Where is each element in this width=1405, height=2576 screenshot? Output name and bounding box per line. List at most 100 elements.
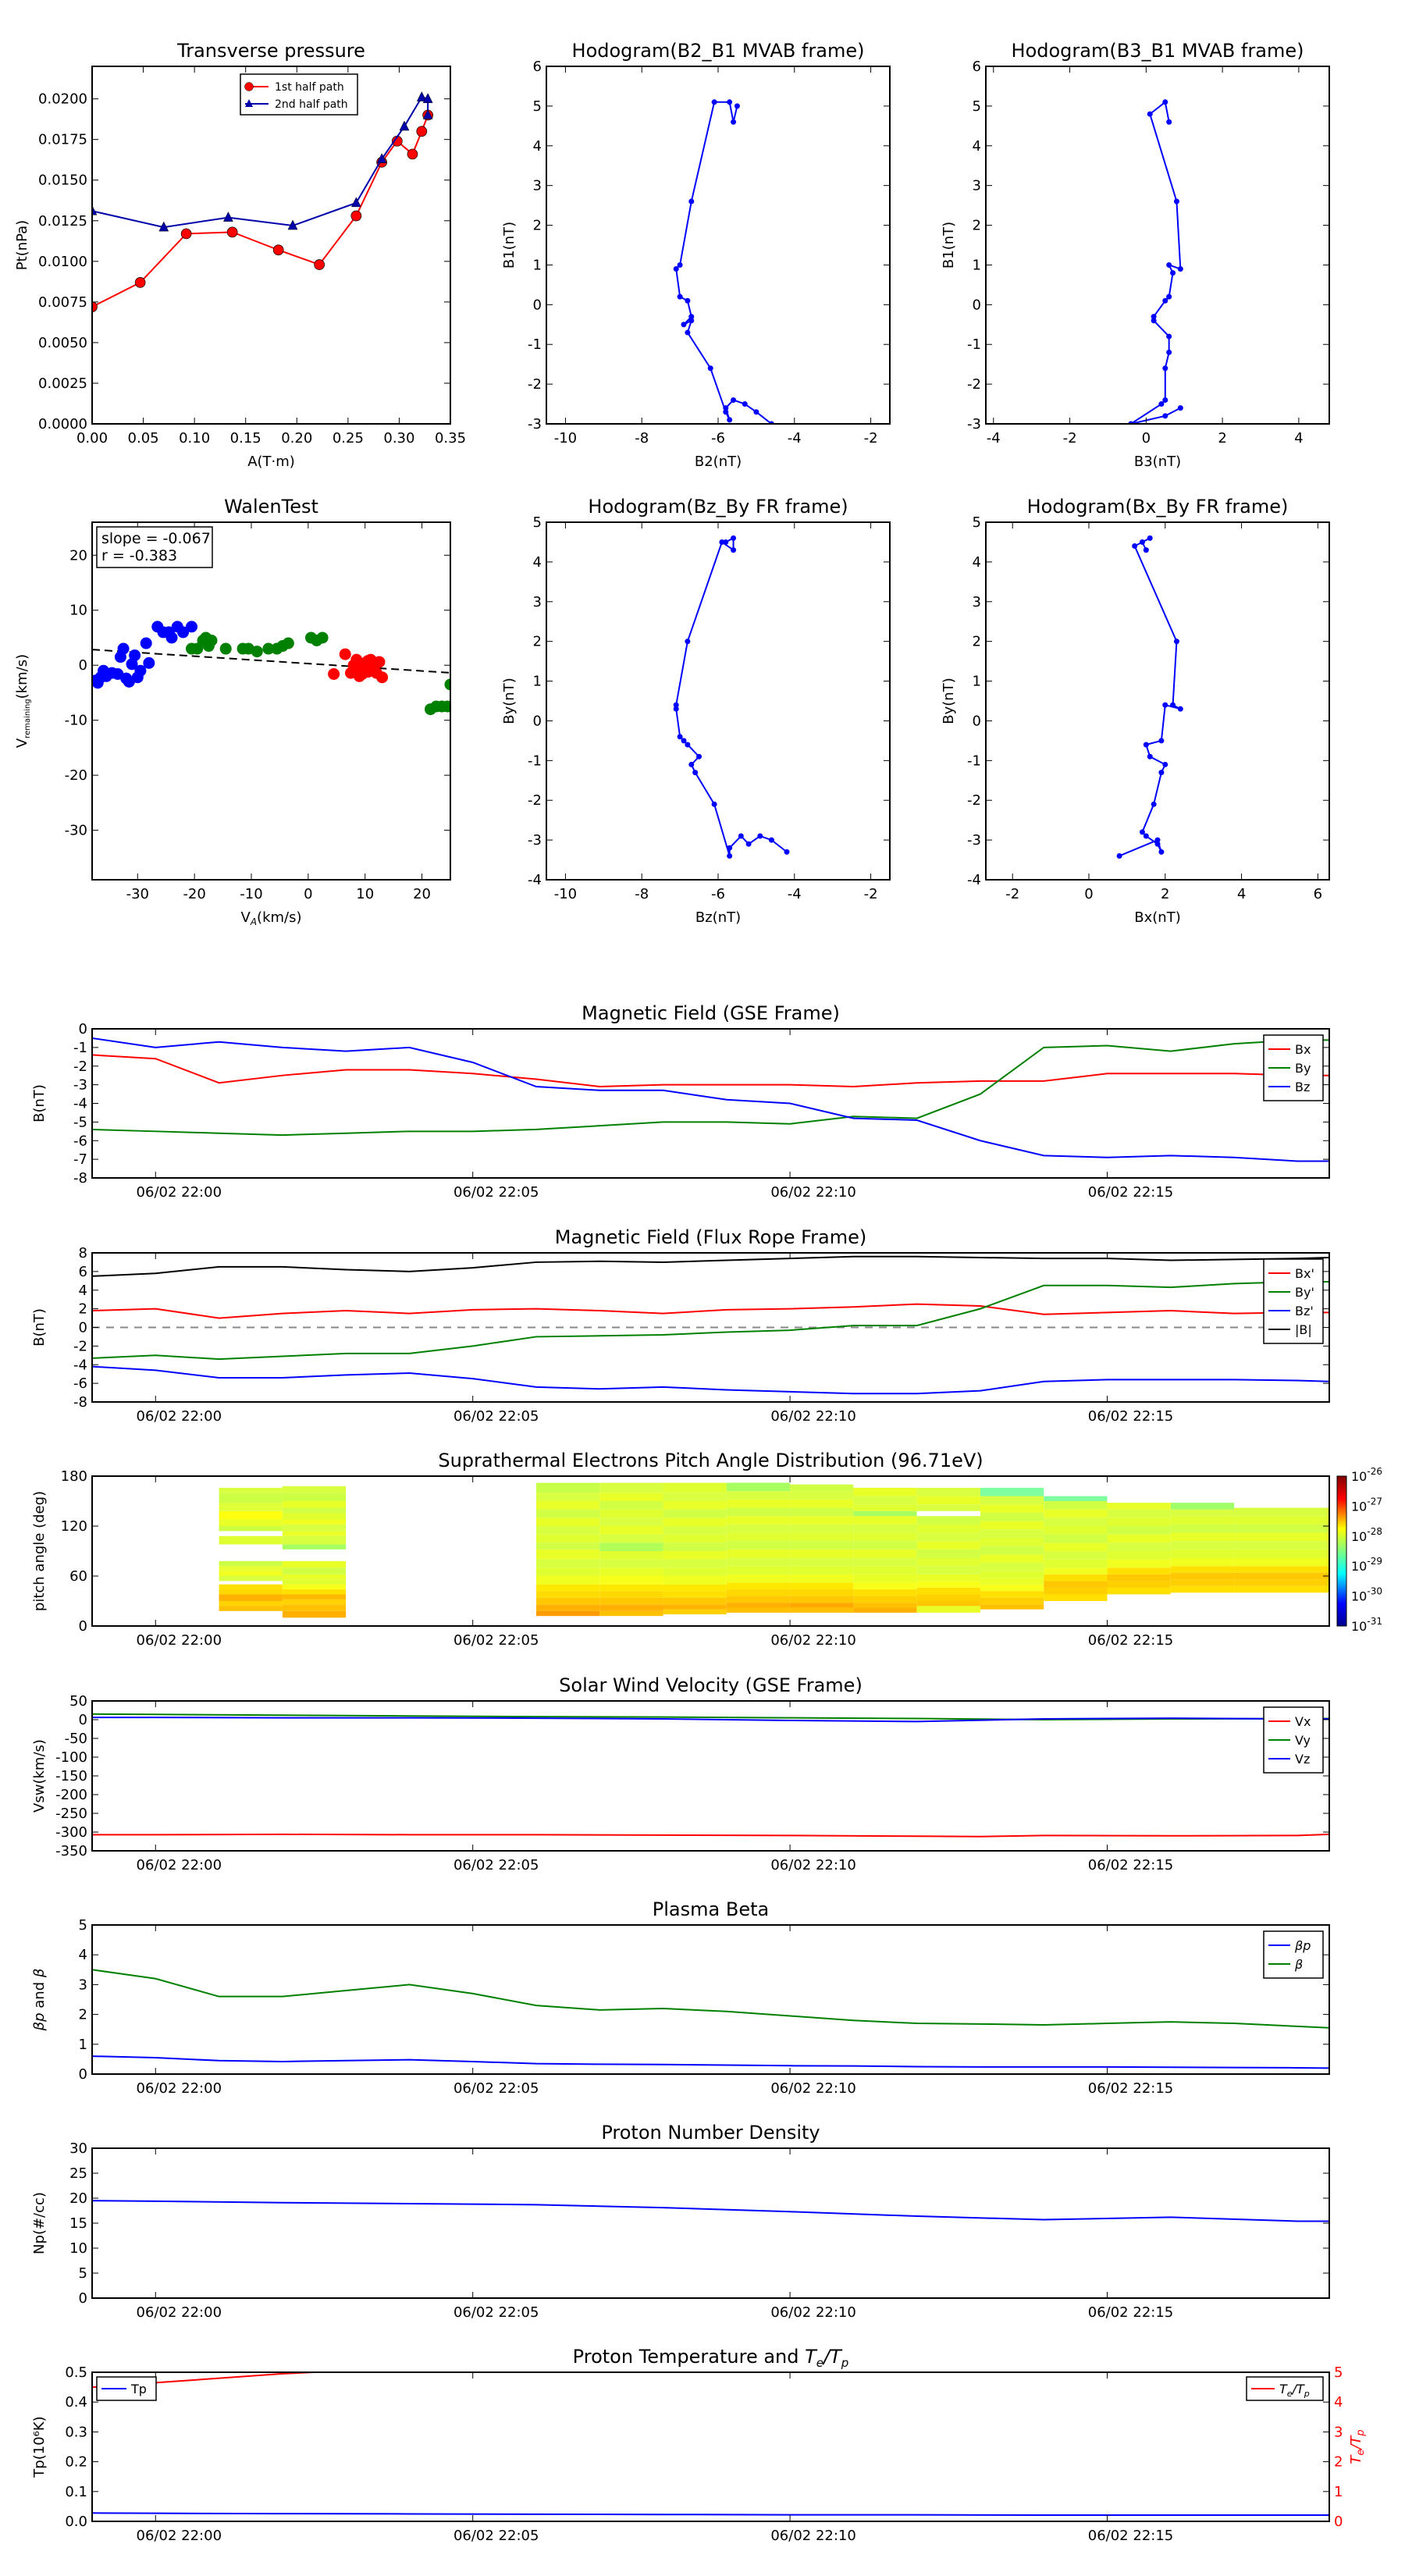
pad-cell <box>790 1532 854 1542</box>
h3-series-0-point <box>784 849 790 855</box>
pad-cell <box>726 1557 791 1567</box>
h1-xtick-label: -8 <box>635 430 649 447</box>
h3-ytick-label: -3 <box>528 832 542 849</box>
walen-annotation-line: r = -0.383 <box>101 547 177 564</box>
h1-series-0-point <box>677 262 683 268</box>
pad-cell <box>219 1487 283 1493</box>
pad-cell <box>980 1504 1044 1513</box>
walen-series-2-point <box>328 667 340 680</box>
pad-cell <box>1044 1574 1108 1582</box>
pad-ylabel: pitch angle (deg) <box>31 1491 48 1611</box>
pad-cell <box>1107 1559 1171 1568</box>
vsw-ytick-label: -50 <box>65 1731 87 1747</box>
pad-cell <box>1044 1517 1108 1526</box>
pad-cell <box>790 1607 854 1613</box>
h4-series-0-point <box>1143 833 1149 839</box>
pad-cell <box>219 1566 283 1571</box>
pad-cell <box>1234 1549 1329 1558</box>
pad-cell <box>980 1562 1044 1571</box>
h3-chart: Hodogram(Bz_By FR frame)-10 -8 -6 -4 -2-4-3-… <box>501 496 891 926</box>
h3-series-0-point <box>727 845 733 851</box>
h4-ytick-label: 3 <box>973 594 981 610</box>
tp2-frame <box>91 2371 1330 2522</box>
tp2-xtick-label: 06/02 22:05 <box>454 2528 539 2544</box>
bfr-xtick-label: 06/02 22:10 <box>770 1408 855 1425</box>
bfr-xtick-label: 06/02 22:00 <box>137 1408 222 1425</box>
h4-ytick-label: 1 <box>973 674 981 690</box>
h2-ytick-label: -3 <box>967 416 981 432</box>
colorbar-tick-base: 10 <box>1351 1619 1367 1634</box>
pad-cell <box>1170 1579 1235 1586</box>
walen-ytick-label: -30 <box>65 823 87 839</box>
tp-xlabel: A(T·m) <box>247 454 295 470</box>
colorbar-tick-base: 10 <box>1351 1499 1367 1514</box>
vsw-legend-label: Vx <box>1295 1714 1311 1729</box>
tp2-chart: Proton Temperature and Te/Tp06/02 22:00 0… <box>31 2346 1367 2544</box>
bgse-ytick-label: 0 <box>79 1021 87 1037</box>
pad-cell <box>853 1566 917 1574</box>
walen-series-0-point <box>126 658 138 671</box>
pad-xtick-label: 06/02 22:05 <box>454 1632 539 1649</box>
pad-cell <box>916 1557 980 1567</box>
beta-ytick-label: 3 <box>79 1976 87 1993</box>
h1-chart: Hodogram(B2_B1 MVAB frame)-10 -8 -6 -4 -2-3-… <box>501 40 891 470</box>
tp2-ytick-right-label: 3 <box>1334 2424 1343 2440</box>
h3-series-0-point <box>757 833 763 839</box>
walen-series-1-point <box>441 700 450 713</box>
beta-xtick-label: 06/02 22:10 <box>770 2080 855 2097</box>
walen-ylabel-v: V <box>14 738 30 748</box>
vsw-xtick-label: 06/02 22:00 <box>137 1857 222 1873</box>
pad-cell <box>790 1582 854 1590</box>
beta-ylabel-b: β <box>31 1969 48 1979</box>
pad-cell <box>599 1584 663 1592</box>
tp2-legend-label-tp: Tp <box>130 2382 147 2396</box>
h4-xtick-label: -2 <box>1005 886 1019 902</box>
pad-cell <box>980 1554 1044 1563</box>
h1-ytick-label: 1 <box>533 257 542 273</box>
bgse-xtick-label: 06/02 22:10 <box>770 1184 855 1201</box>
beta-ytick-label: 4 <box>79 1947 87 1963</box>
h4-series-0-point <box>1162 761 1168 767</box>
colorbar-tick-exp: -26 <box>1367 1466 1382 1477</box>
pad-cell <box>599 1542 663 1551</box>
tp2-plot-area <box>92 2372 1329 2516</box>
np-frame <box>91 2147 1330 2299</box>
vsw-ytick-label: 50 <box>69 1693 87 1710</box>
tp-series-2ndhalfpath-point <box>223 212 233 222</box>
h4-title: Hodogram(Bx_By FR frame) <box>1027 496 1289 518</box>
h2-xtick-label: 2 <box>1218 430 1226 447</box>
pad-cell <box>1107 1534 1171 1543</box>
pad-cell <box>790 1557 854 1567</box>
pad-cell <box>535 1597 600 1605</box>
pad-cell <box>1044 1581 1108 1588</box>
tp-series-1sthalfpath-point <box>407 148 418 160</box>
tp2-ylabel-right: Te/Tp <box>1348 2429 1367 2464</box>
pad-cell <box>853 1541 917 1550</box>
pad-cell <box>1044 1496 1108 1501</box>
tp-series-1sthalfpath-point <box>180 228 192 240</box>
h4-xtick-label: 2 <box>1161 886 1169 902</box>
pad-xtick-label: 06/02 22:15 <box>1088 1632 1173 1649</box>
pad-cell <box>535 1559 600 1568</box>
pad-cell <box>1234 1532 1329 1542</box>
walen-series-0-point <box>98 664 110 677</box>
pad-cell <box>219 1526 283 1532</box>
tp2-title-p-sub: p <box>841 2356 849 2370</box>
pad-cell <box>726 1603 791 1608</box>
tp2-title-slash: /T <box>822 2346 843 2368</box>
tp-ytick-label: 0.0150 <box>38 173 87 189</box>
bgse-xtick-label: 06/02 22:05 <box>454 1184 539 1201</box>
pad-cell <box>916 1487 980 1496</box>
h4-xtick-label: 6 <box>1314 886 1322 902</box>
pad-cell <box>535 1576 600 1585</box>
pad-cell <box>1234 1541 1329 1550</box>
pad-cell <box>282 1560 347 1568</box>
tp2-xtick-label: 06/02 22:10 <box>770 2528 855 2544</box>
h4-series-0-point <box>1173 639 1179 645</box>
pad-cell <box>535 1526 600 1535</box>
pad-title: Suprathermal Electrons Pitch Angle Distr… <box>438 1450 983 1471</box>
vsw-xtick-label: 06/02 22:10 <box>770 1857 855 1873</box>
bgse-title: Magnetic Field (GSE Frame) <box>582 1002 840 1024</box>
np-ytick-label: 30 <box>69 2140 87 2157</box>
vsw-xtick-label: 06/02 22:15 <box>1088 1857 1173 1873</box>
